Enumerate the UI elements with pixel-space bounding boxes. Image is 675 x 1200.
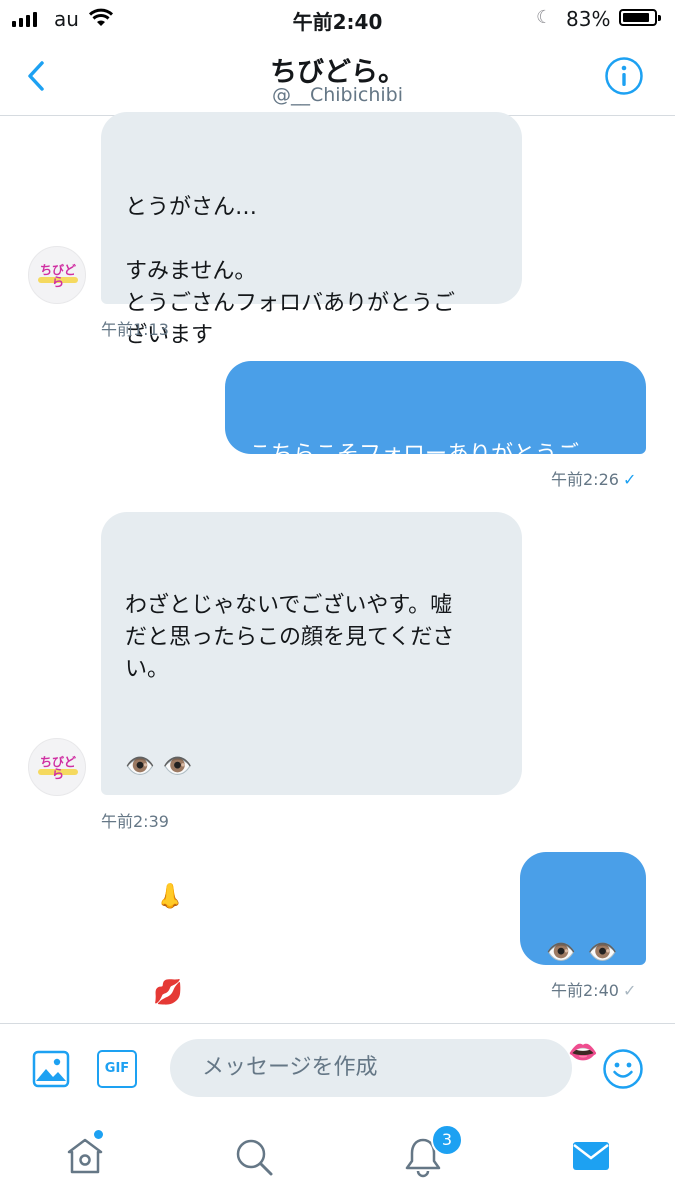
photo-icon[interactable] — [32, 1050, 70, 1088]
avatar-logo: ちびどら — [39, 263, 76, 289]
emoji-eyes: 👁️ 👁️ — [546, 938, 620, 966]
battery-icon — [619, 9, 661, 26]
message-text: わざとじゃないでございやす。嘘 だと思ったらこの顔を見てくださ い。 — [125, 593, 455, 682]
home-icon[interactable] — [64, 1136, 106, 1176]
do-not-disturb-icon: ☾ — [536, 7, 553, 28]
avatar-logo: ちびどら — [39, 755, 76, 781]
contact-handle: @__Chibichibi — [271, 84, 404, 106]
message-timestamp: 午前2:40 ✓ — [551, 977, 636, 1001]
conversation-header: ちびどら。 @__Chibichibi — [0, 38, 675, 116]
tab-bar: 3 — [0, 1114, 675, 1200]
message-timestamp: 午前2:26 ✓ — [551, 466, 636, 490]
sent-check-icon: ✓ — [622, 981, 637, 1000]
incoming-message[interactable]: わざとじゃないでございやす。嘘 だと思ったらこの顔を見てくださ い。 👁️ 👁️… — [101, 512, 522, 1006]
emoji-icon[interactable] — [602, 1048, 644, 1090]
timestamp-text: 午前2:26 — [551, 470, 619, 489]
messages-envelope-icon[interactable] — [571, 1138, 611, 1174]
timestamp-text: 午前2:40 — [551, 981, 619, 1000]
incoming-message[interactable]: とうがさん… すみません。 とうごさんフォロバありがとうご ざいます — [101, 112, 522, 348]
avatar[interactable]: ちびどら — [28, 738, 86, 796]
read-check-icon: ✓ — [622, 470, 637, 489]
message-timestamp: 午前1:13 — [101, 320, 169, 339]
home-new-dot — [94, 1130, 103, 1139]
avatar[interactable]: ちびどら — [28, 246, 86, 304]
message-text: とうがさん… すみません。 とうごさんフォロバありがとうご ざいます — [125, 195, 456, 348]
message-input[interactable]: メッセージを作成 — [170, 1039, 572, 1097]
gif-button[interactable]: GIF — [97, 1050, 137, 1088]
notifications-badge: 3 — [431, 1124, 463, 1156]
outgoing-message[interactable]: 👁️ 👁️ 👄 — [520, 852, 646, 1066]
search-icon[interactable] — [233, 1136, 275, 1178]
battery-percent: 83% — [566, 7, 611, 31]
emoji-lips: 💋 — [153, 978, 183, 1006]
status-bar: au 午前2:40 ☾ 83% — [0, 0, 675, 38]
message-timestamp: 午前2:39 — [101, 812, 169, 831]
outgoing-message[interactable]: こちらこそフォローありがとうご です(｀・ω・´)ゞ — [225, 361, 646, 499]
message-composer: GIF メッセージを作成 — [0, 1023, 675, 1114]
info-icon[interactable] — [604, 56, 644, 96]
emoji-eyes: 👁️ 👁️ — [125, 752, 193, 780]
emoji-nose: 👃 — [155, 882, 185, 910]
